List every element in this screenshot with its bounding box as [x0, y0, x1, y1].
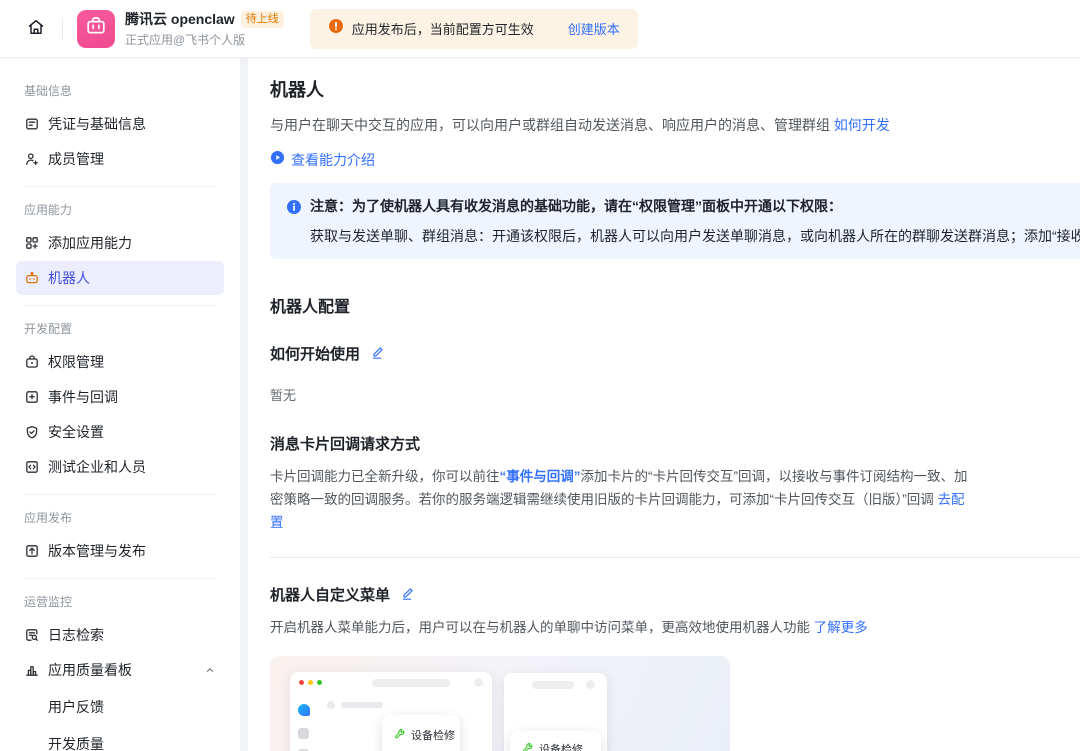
desktop-mock-window: 设备检修 店铺形象 — [290, 672, 492, 751]
permission-icon — [24, 354, 40, 370]
card-callback-description: 卡片回调能力已全新升级，你可以前往“事件与回调”添加卡片的“卡片回传交互”回调，… — [270, 465, 976, 534]
sidebar-divider — [24, 186, 216, 187]
log-search-icon — [24, 627, 40, 643]
release-icon — [24, 543, 40, 559]
sidebar-divider — [24, 305, 216, 306]
sidebar-item-quality-dashboard[interactable]: 应用质量看板 — [16, 653, 224, 687]
section-divider — [270, 557, 1080, 558]
card-callback-title: 消息卡片回调请求方式 — [270, 433, 1080, 454]
info-icon — [286, 198, 302, 222]
sidebar-section-dev-config: 开发配置 — [16, 320, 224, 337]
sidebar-item-test-users[interactable]: 测试企业和人员 — [16, 450, 224, 484]
sidebar-section-release: 应用发布 — [16, 509, 224, 526]
mock-titlebar-pill — [532, 681, 574, 689]
wrench-icon — [522, 742, 534, 751]
mock-titlebar-pill — [372, 679, 450, 687]
notice-line1: 注意：为了使机器人具有收发消息的基础功能，请在“权限管理”面板中开通以下权限： — [310, 194, 842, 218]
app-name: 腾讯云 openclaw — [125, 9, 235, 29]
play-circle-icon[interactable] — [270, 150, 285, 170]
banner-text: 应用发布后，当前配置方可生效 — [352, 19, 534, 38]
edit-custom-menu-button[interactable] — [400, 585, 416, 604]
sidebar-content-gutter — [240, 58, 248, 751]
mock-titlebar-circle — [586, 680, 595, 689]
messenger-icon — [298, 704, 310, 716]
chevron-up-icon — [204, 664, 216, 676]
app-subtitle: 正式应用@飞书个人版 — [125, 31, 284, 48]
main-content: 机器人 与用户在聊天中交互的应用，可以向用户或群组自动发送消息、响应用户的消息、… — [248, 58, 1080, 751]
mock-titlebar-circle — [474, 678, 483, 687]
mock-avatar — [327, 701, 335, 709]
how-to-develop-link[interactable]: 如何开发 — [834, 117, 890, 133]
menu-item-device-repair: 设备检修 — [382, 727, 460, 743]
pencil-icon — [400, 585, 416, 604]
member-icon — [24, 151, 40, 167]
bot-config-title: 机器人配置 — [270, 293, 1080, 317]
sidebar-item-log-search[interactable]: 日志检索 — [16, 618, 224, 652]
page-title: 机器人 — [270, 76, 1080, 102]
sidebar-subitem-dev-quality[interactable]: 开发质量 — [16, 725, 224, 751]
publish-banner: 应用发布后，当前配置方可生效 创建版本 — [310, 9, 638, 49]
security-icon — [24, 424, 40, 440]
sidebar-subitem-user-feedback[interactable]: 用户反馈 — [16, 688, 224, 725]
custom-menu-description: 开启机器人菜单能力后，用户可以在与机器人的单聊中访问菜单，更高效地使用机器人功能… — [270, 616, 976, 639]
sidebar-divider — [24, 578, 216, 579]
how-to-start-label: 如何开始使用 — [270, 343, 360, 364]
sidebar-item-bot[interactable]: 机器人 — [16, 261, 224, 295]
app-logo — [77, 10, 115, 48]
create-version-link[interactable]: 创建版本 — [568, 19, 620, 38]
home-button[interactable] — [20, 13, 52, 45]
briefcase-icon — [84, 14, 108, 43]
sidebar: 基础信息 凭证与基础信息 成员管理 应用能力 — [0, 58, 240, 751]
custom-menu-title-row: 机器人自定义菜单 — [270, 584, 1080, 605]
sidebar-item-events[interactable]: 事件与回调 — [16, 380, 224, 414]
traffic-lights-icon — [299, 680, 322, 685]
events-callback-link[interactable]: “事件与回调” — [500, 469, 581, 484]
how-to-start-row: 如何开始使用 — [270, 343, 1080, 364]
event-callback-icon — [24, 389, 40, 405]
permission-notice: 注意：为了使机器人具有收发消息的基础功能，请在“权限管理”面板中开通以下权限： … — [270, 183, 1080, 259]
home-icon — [26, 17, 46, 40]
pencil-icon — [370, 344, 386, 363]
sidebar-section-basic-info: 基础信息 — [16, 82, 224, 99]
test-users-icon — [24, 459, 40, 475]
sidebar-item-version-release[interactable]: 版本管理与发布 — [16, 534, 224, 568]
page-description: 与用户在聊天中交互的应用，可以向用户或群组自动发送消息、响应用户的消息、管理群组… — [270, 115, 1080, 135]
mock-sidebar-rail — [290, 692, 317, 751]
bot-menu-popup: 设备检修 店铺形象 — [510, 731, 601, 751]
quality-dashboard-icon — [24, 662, 40, 678]
learn-more-link[interactable]: 了解更多 — [814, 620, 868, 635]
sidebar-section-capabilities: 应用能力 — [16, 201, 224, 218]
notice-line2: 获取与发送单聊、群组消息：开通该权限后，机器人可以向用户发送单聊消息，或向机器人… — [286, 224, 1080, 248]
sidebar-item-permissions[interactable]: 权限管理 — [16, 345, 224, 379]
mobile-mock-window: 设备检修 店铺形象 — [504, 673, 607, 751]
capability-intro-link[interactable]: 查看能力介绍 — [291, 150, 375, 170]
topbar: 腾讯云 openclaw 待上线 正式应用@飞书个人版 应用发布后，当前配置方可… — [0, 0, 1080, 58]
mock-chat-title — [341, 702, 383, 708]
capability-intro-row: 查看能力介绍 — [270, 150, 1080, 170]
sidebar-item-credentials[interactable]: 凭证与基础信息 — [16, 107, 224, 141]
status-badge: 待上线 — [241, 11, 284, 28]
custom-menu-title: 机器人自定义菜单 — [270, 584, 390, 605]
bot-menu-preview-illustration: 设备检修 店铺形象 — [270, 656, 730, 751]
topbar-divider — [62, 19, 63, 39]
wrench-icon — [394, 728, 406, 743]
sidebar-item-add-capability[interactable]: 添加应用能力 — [16, 226, 224, 260]
sidebar-item-members[interactable]: 成员管理 — [16, 142, 224, 176]
how-to-start-value: 暂无 — [270, 385, 1080, 404]
credential-icon — [24, 116, 40, 132]
bot-menu-popup: 设备检修 店铺形象 — [382, 715, 460, 751]
menu-item-device-repair: 设备检修 — [510, 741, 601, 751]
sidebar-item-security[interactable]: 安全设置 — [16, 415, 224, 449]
app-info: 腾讯云 openclaw 待上线 正式应用@飞书个人版 — [77, 9, 284, 48]
robot-icon — [24, 270, 40, 286]
sidebar-section-monitoring: 运营监控 — [16, 593, 224, 610]
add-capability-icon — [24, 235, 40, 251]
edit-how-to-start-button[interactable] — [370, 344, 386, 363]
sidebar-divider — [24, 494, 216, 495]
warning-icon — [328, 18, 344, 39]
